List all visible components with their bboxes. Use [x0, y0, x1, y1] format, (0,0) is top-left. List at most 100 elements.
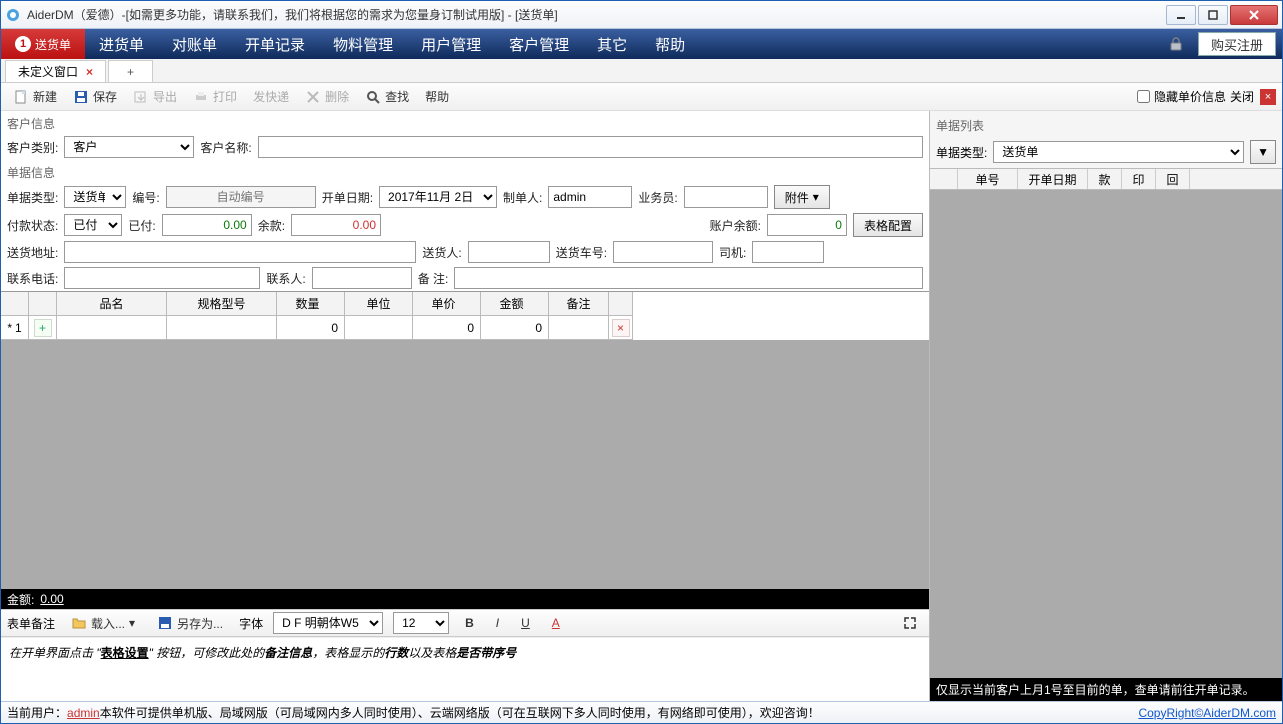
customer-type-select[interactable]: 客户 — [64, 136, 194, 158]
paid-amount-input[interactable] — [162, 214, 252, 236]
maximize-button[interactable] — [1198, 5, 1228, 25]
cell-note[interactable] — [549, 316, 609, 340]
add-row-button[interactable]: + — [34, 319, 52, 337]
pane-close-label: 关闭 — [1230, 88, 1254, 105]
col-spec: 规格型号 — [167, 292, 277, 316]
doc-list-panel: 单据列表 单据类型: 送货单 ▼ 单号 开单日期 款 印 回 仅显示当前客户上月… — [930, 111, 1282, 701]
underline-button[interactable]: U — [515, 614, 536, 632]
menu-other[interactable]: 其它 — [583, 29, 641, 59]
pane-close-button[interactable]: × — [1260, 89, 1276, 105]
minimize-button[interactable] — [1166, 5, 1196, 25]
doc-type-select[interactable]: 送货单 — [64, 186, 126, 208]
right-grid-empty — [930, 190, 1282, 678]
font-family-select[interactable]: D F 明朝体W5 — [273, 612, 383, 634]
cell-unit[interactable] — [345, 316, 413, 340]
notes-editor[interactable]: 在开单界面点击 "表格设置" 按钮，可修改此处的备注信息，表格显示的行数以及表格… — [1, 637, 929, 701]
col-qty: 数量 — [277, 292, 345, 316]
titlebar: AiderDM（爱德）-[如需更多功能，请联系我们，我们将根据您的需求为您量身订… — [1, 1, 1282, 29]
table-config-button[interactable]: 表格配置 — [853, 213, 923, 237]
window-title: AiderDM（爱德）-[如需更多功能，请联系我们，我们将根据您的需求为您量身订… — [27, 6, 1166, 23]
window-close-button[interactable] — [1230, 5, 1278, 25]
search-icon — [365, 89, 381, 105]
col-name: 品名 — [57, 292, 167, 316]
find-button[interactable]: 查找 — [359, 86, 415, 107]
menu-purchase[interactable]: 进货单 — [85, 29, 158, 59]
right-section-label: 单据列表 — [930, 111, 1282, 136]
print-button: 打印 — [187, 86, 243, 107]
customer-type-label: 客户类别: — [7, 139, 58, 156]
load-template-button[interactable]: 载入...▾ — [65, 613, 141, 634]
menu-users[interactable]: 用户管理 — [407, 29, 495, 59]
expand-button[interactable] — [897, 614, 923, 632]
delete-button: 删除 — [299, 86, 355, 107]
document-tabbar: 未定义窗口 × + — [1, 59, 1282, 83]
delivery-car-input[interactable] — [613, 241, 713, 263]
right-filter-button[interactable]: ▼ — [1250, 140, 1276, 164]
delivery-address-input[interactable] — [64, 241, 416, 263]
bold-button[interactable]: B — [459, 614, 480, 632]
tab-undefined-window[interactable]: 未定义窗口 × — [5, 60, 106, 82]
customer-name-label: 客户名称: — [200, 139, 251, 156]
customer-section-label: 客户信息 — [1, 111, 929, 134]
menu-records[interactable]: 开单记录 — [231, 29, 319, 59]
folder-open-icon — [71, 615, 87, 631]
menu-materials[interactable]: 物料管理 — [319, 29, 407, 59]
phone-input[interactable] — [64, 267, 260, 289]
line-items-grid: 品名 规格型号 数量 单位 单价 金额 备注 *1 + 0 0 0 × — [1, 291, 929, 340]
right-footer-hint: 仅显示当前客户上月1号至目前的单，查单请前往开单记录。 — [930, 678, 1282, 701]
tab-close-icon[interactable]: × — [86, 65, 93, 79]
pay-status-select[interactable]: 已付 — [64, 214, 122, 236]
tab-add-button[interactable]: + — [108, 60, 153, 82]
notes-tab-label: 表单备注 — [7, 615, 55, 632]
font-color-button[interactable]: A — [546, 614, 566, 632]
delete-row-button[interactable]: × — [612, 319, 630, 337]
menu-help[interactable]: 帮助 — [641, 29, 699, 59]
lock-icon[interactable] — [1154, 29, 1198, 59]
saveas-template-button[interactable]: 另存为... — [151, 613, 229, 634]
new-button[interactable]: 新建 — [7, 86, 63, 107]
right-doc-type-select[interactable]: 送货单 — [993, 141, 1244, 163]
new-file-icon — [13, 89, 29, 105]
col-amount: 金额 — [481, 292, 549, 316]
action-toolbar: 新建 保存 导出 打印 发快递 删除 查找 帮助 隐藏单价信息 关闭 × — [1, 83, 1282, 111]
delete-icon — [305, 89, 321, 105]
cell-price[interactable]: 0 — [413, 316, 481, 340]
export-button: 导出 — [127, 86, 183, 107]
attachment-button[interactable]: 附件▾ — [774, 185, 830, 209]
hide-price-checkbox[interactable]: 隐藏单价信息 — [1137, 88, 1226, 105]
cell-qty[interactable]: 0 — [277, 316, 345, 340]
right-grid-header: 单号 开单日期 款 印 回 — [930, 168, 1282, 190]
balance-input — [767, 214, 847, 236]
copyright-link[interactable]: CopyRight©AiderDM.com — [1138, 706, 1276, 720]
app-logo-icon — [5, 7, 21, 23]
doc-maker-input[interactable] — [548, 186, 632, 208]
driver-input[interactable] — [752, 241, 824, 263]
doc-date-picker[interactable]: 2017年11月 2日 — [379, 186, 497, 208]
doc-no-input[interactable] — [166, 186, 316, 208]
save-button[interactable]: 保存 — [67, 86, 123, 107]
table-row[interactable]: *1 + 0 0 0 × — [1, 316, 929, 340]
chevron-down-icon: ▾ — [813, 190, 819, 204]
print-icon — [193, 89, 209, 105]
menu-delivery[interactable]: 1送货单 — [1, 29, 85, 59]
remain-amount-input[interactable] — [291, 214, 381, 236]
cell-amount[interactable]: 0 — [481, 316, 549, 340]
contact-input[interactable] — [312, 267, 412, 289]
doc-sales-input[interactable] — [684, 186, 768, 208]
tab-label: 未定义窗口 — [18, 63, 78, 80]
delivery-person-input[interactable] — [468, 241, 550, 263]
cell-spec[interactable] — [167, 316, 277, 340]
customer-name-input[interactable] — [258, 136, 923, 158]
current-user-link[interactable]: admin — [67, 706, 100, 720]
italic-button[interactable]: I — [490, 614, 505, 632]
font-size-select[interactable]: 12 — [393, 612, 449, 634]
cell-name[interactable] — [57, 316, 167, 340]
save-icon — [73, 89, 89, 105]
col-price: 单价 — [413, 292, 481, 316]
note-input[interactable] — [454, 267, 923, 289]
menu-statement[interactable]: 对账单 — [158, 29, 231, 59]
toolbar-help-button[interactable]: 帮助 — [419, 86, 455, 107]
menu-customers[interactable]: 客户管理 — [495, 29, 583, 59]
chevron-down-icon: ▾ — [129, 616, 135, 630]
buy-register-button[interactable]: 购买注册 — [1198, 32, 1276, 56]
